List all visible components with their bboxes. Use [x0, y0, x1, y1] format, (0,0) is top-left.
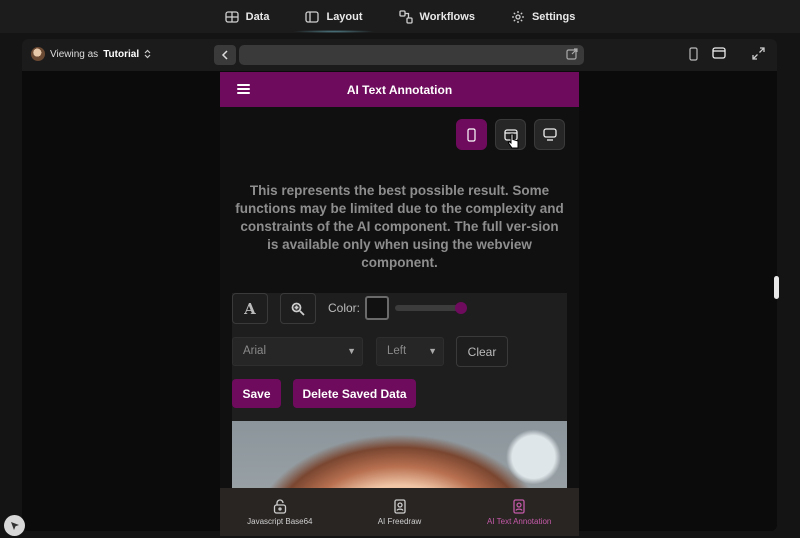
nav-layout[interactable]: Layout [293, 0, 375, 33]
nav-data-label: Data [245, 10, 270, 23]
nav-layout-label: Layout [326, 10, 363, 23]
align-select[interactable]: Left ▼ [376, 337, 444, 366]
avatar [31, 47, 45, 61]
unlock-icon [273, 498, 286, 514]
preview-toolbar: Viewing as Tutorial [22, 39, 777, 71]
gear-icon [511, 10, 524, 23]
phone-icon [689, 47, 698, 61]
fullscreen-button[interactable] [752, 47, 765, 60]
text-format-icon: A [244, 299, 256, 318]
delete-saved-data-button[interactable]: Delete Saved Data [293, 379, 416, 408]
viewing-as-selector[interactable]: Viewing as Tutorial [31, 47, 151, 61]
phone-view-button[interactable] [456, 119, 487, 150]
layout-icon [305, 10, 320, 23]
viewing-user: Tutorial [103, 48, 140, 60]
chevron-left-icon [221, 50, 228, 60]
tab-label: Javascript Base64 [247, 516, 313, 526]
mobile-view-toggle[interactable] [689, 47, 698, 61]
phone-icon [467, 127, 476, 142]
nav-data[interactable]: Data [219, 0, 276, 33]
align-select-value: Left [387, 345, 407, 357]
external-link-icon[interactable] [566, 48, 578, 60]
tab-ai-text-annotation[interactable]: AI Text Annotation [459, 488, 579, 536]
nav-settings[interactable]: Settings [505, 0, 581, 33]
url-bar[interactable] [239, 45, 584, 65]
portrait-icon [393, 498, 406, 514]
app-header: AI Text Annotation [220, 72, 579, 107]
annotation-editor: A Color: Arial ▼ Left ▼ Clear Save Delet… [232, 293, 567, 423]
nav-workflows-label: Workflows [419, 10, 475, 23]
cursor-arrow-icon [10, 521, 19, 530]
page-title: AI Text Annotation [346, 82, 453, 97]
tablet-icon [712, 47, 726, 59]
font-select[interactable]: Arial ▼ [232, 337, 363, 366]
nav-settings-label: Settings [531, 10, 576, 23]
color-picker[interactable] [365, 296, 389, 320]
mouse-pointer-icon [508, 133, 519, 149]
workflow-icon [398, 9, 413, 24]
zoom-tool-button[interactable] [280, 293, 316, 324]
bottom-tab-bar: Javascript Base64 AI Freedraw AI Text An… [220, 488, 579, 536]
clear-button[interactable]: Clear [456, 336, 508, 367]
viewing-prefix: Viewing as [50, 48, 99, 60]
menu-icon[interactable] [237, 84, 250, 94]
tablet-view-toggle[interactable] [712, 47, 726, 59]
size-slider[interactable] [395, 302, 467, 314]
slider-knob[interactable] [455, 302, 467, 314]
zoom-in-icon [291, 302, 305, 316]
top-navigation: Data Layout Workflows Settings [0, 0, 800, 33]
portrait-icon [513, 498, 525, 514]
chevron-down-icon: ▼ [428, 346, 437, 356]
tab-javascript-base64[interactable]: Javascript Base64 [220, 488, 340, 536]
tab-ai-freedraw[interactable]: AI Freedraw [340, 488, 460, 536]
font-select-value: Arial [243, 345, 267, 357]
expand-icon [752, 47, 765, 60]
select-tool-button[interactable] [4, 515, 25, 536]
nav-workflows[interactable]: Workflows [393, 0, 481, 33]
chevron-down-icon: ▼ [347, 346, 356, 356]
monitor-icon [542, 128, 557, 141]
chevron-updown-icon [144, 49, 151, 59]
save-button[interactable]: Save [232, 379, 281, 408]
scrollbar-handle[interactable] [774, 276, 779, 299]
limitation-notice: This represents the best possible result… [235, 183, 564, 270]
text-tool-button[interactable]: A [232, 293, 268, 324]
back-button[interactable] [214, 45, 236, 65]
table-icon [224, 10, 239, 23]
desktop-view-button[interactable] [534, 119, 565, 150]
tab-label: AI Text Annotation [487, 516, 552, 526]
color-label: Color: [328, 301, 361, 315]
tab-label: AI Freedraw [377, 516, 422, 526]
